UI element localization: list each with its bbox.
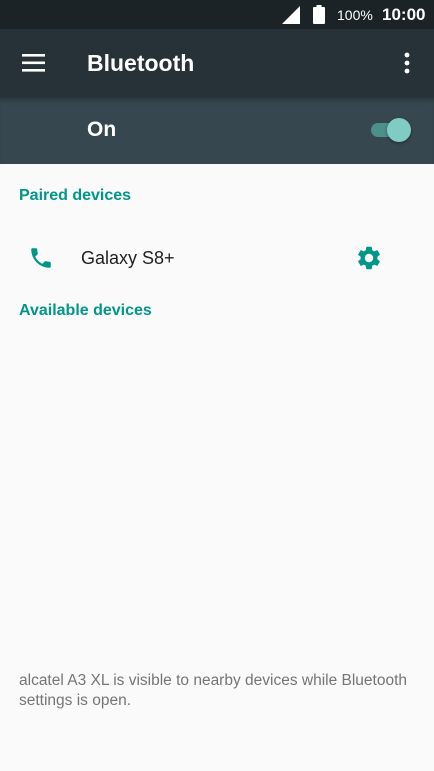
device-name: Galaxy S8+ <box>81 248 175 268</box>
phone-icon <box>31 248 51 268</box>
bluetooth-switch-bar[interactable]: On <box>0 97 434 164</box>
visibility-notice: alcatel A3 XL is visible to nearby devic… <box>19 672 408 709</box>
paired-device-item[interactable]: Galaxy S8+ <box>0 226 434 290</box>
switch-state-label: On <box>87 118 117 141</box>
battery-icon <box>313 5 325 24</box>
gear-icon[interactable] <box>355 244 383 272</box>
bluetooth-toggle[interactable] <box>369 118 413 142</box>
app-bar: Bluetooth <box>0 29 434 97</box>
battery-percentage: 100% <box>337 7 373 23</box>
menu-icon[interactable] <box>22 52 46 74</box>
page-title: Bluetooth <box>87 50 195 76</box>
paired-devices-header: Paired devices <box>19 187 132 204</box>
toggle-thumb <box>387 118 411 142</box>
clock: 10:00 <box>382 5 426 24</box>
more-vert-icon[interactable] <box>395 50 419 76</box>
signal-icon <box>282 6 300 24</box>
available-devices-header: Available devices <box>19 302 152 319</box>
status-bar: 100% 10:00 <box>0 0 434 29</box>
